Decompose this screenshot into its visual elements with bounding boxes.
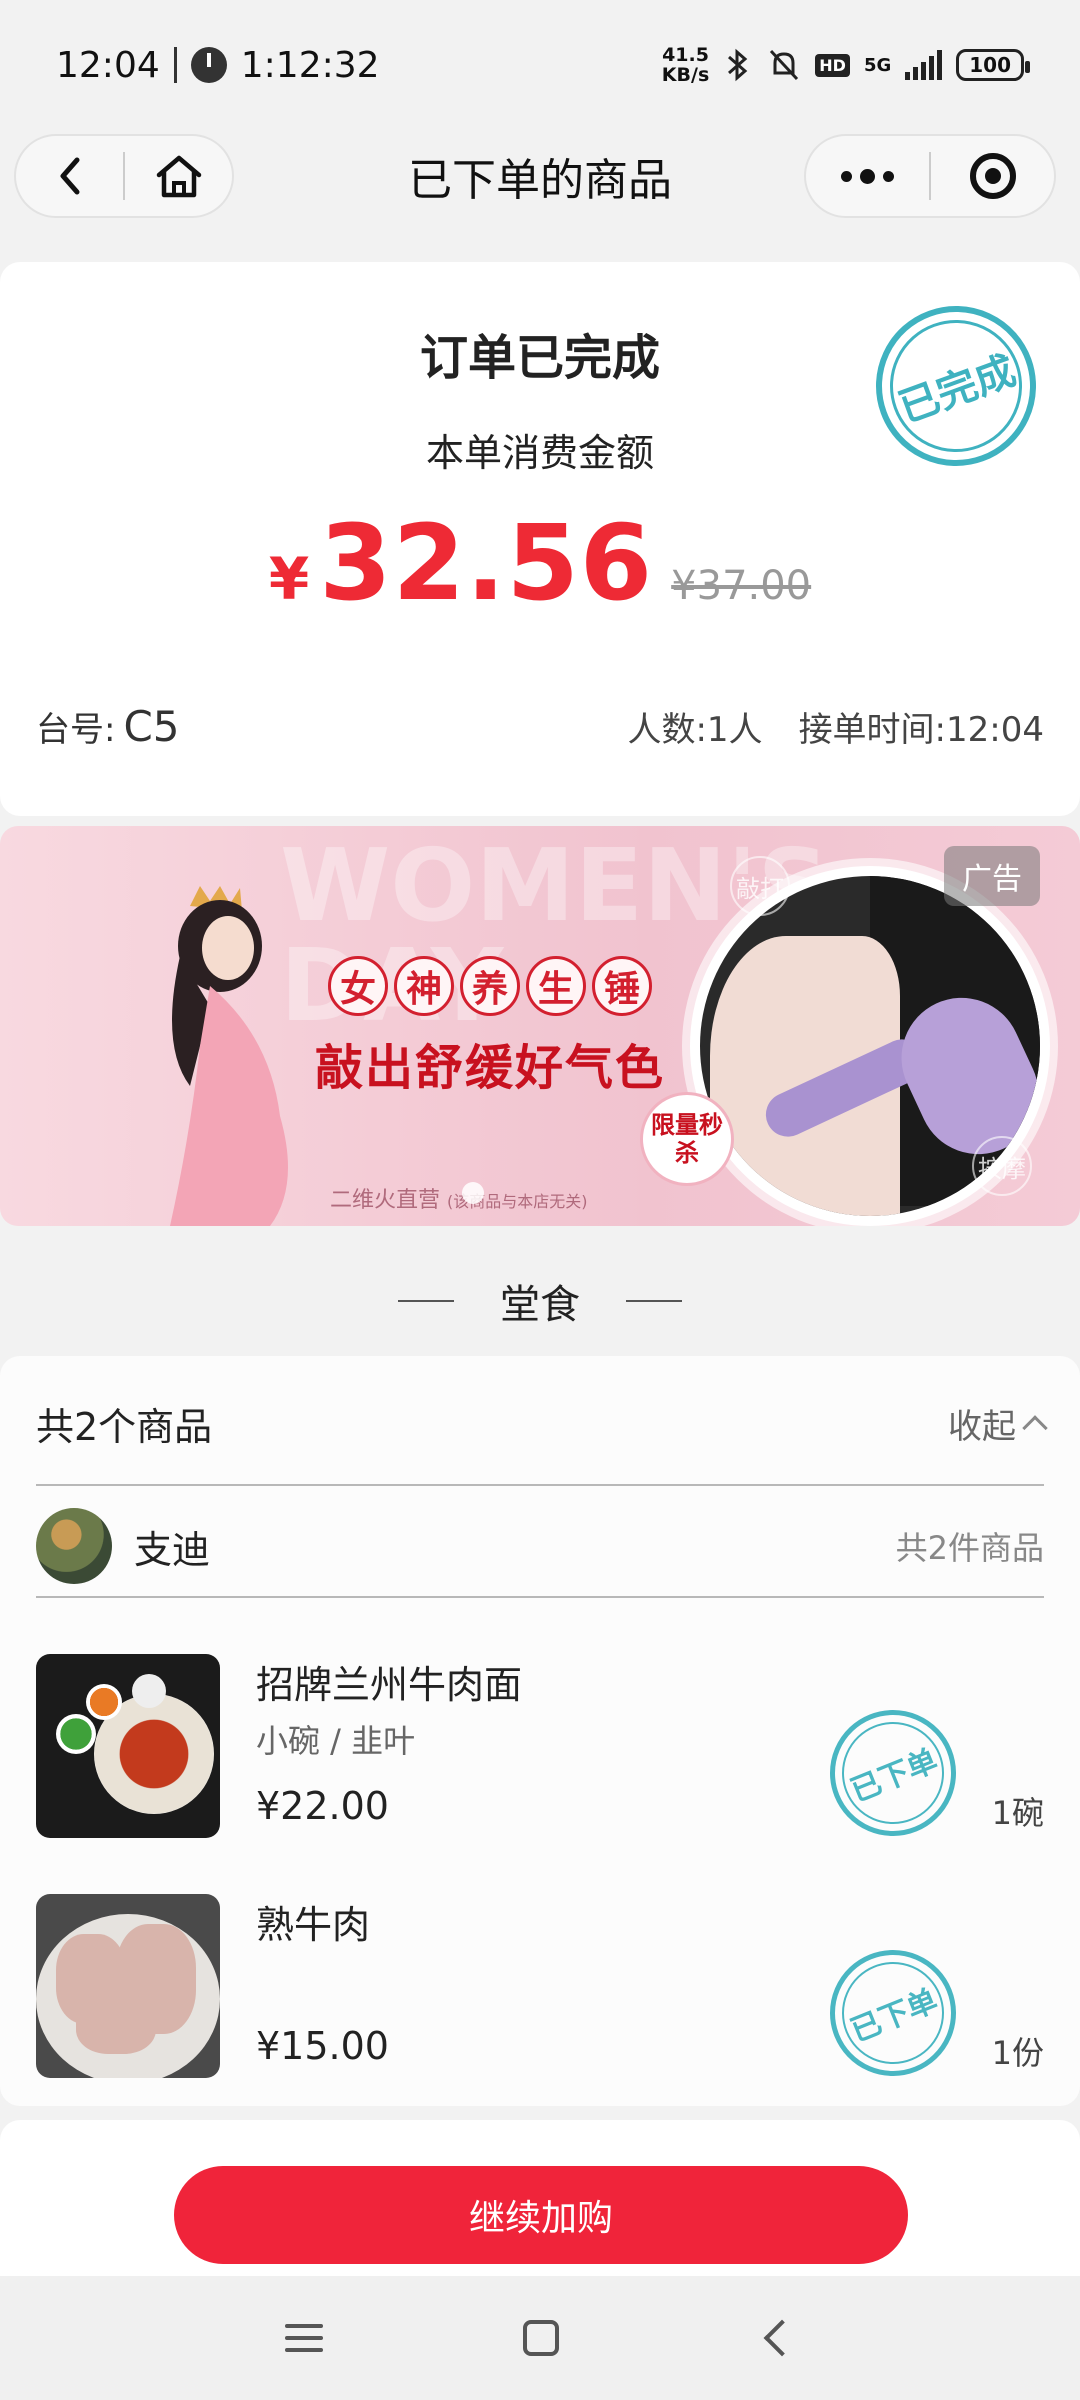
table-meta: 人数:1人 接单时间:12:04 <box>627 702 1044 751</box>
back-chevron-icon[interactable] <box>763 2319 801 2357</box>
ad-banner[interactable]: WOMEN'S DAY 女 神 养 生 锤 敲出舒缓好气色 敲打 按摩 限量秒杀… <box>0 826 1080 1226</box>
net-speed-unit: KB/s <box>661 64 710 86</box>
ad-title-char: 神 <box>394 956 454 1016</box>
ad-footer-text: 二维火直营 <box>330 1188 441 1213</box>
table-number: 台号: C5 <box>36 702 180 751</box>
order-summary-card: 订单已完成 本单消费金额 ¥ 32.56 ¥37.00 已完成 台号: C5 人… <box>0 262 1080 816</box>
status-time: 12:04 <box>56 44 160 86</box>
avatar <box>36 1508 112 1584</box>
chevron-up-icon <box>1022 1414 1048 1441</box>
carousel-dot <box>462 1182 484 1204</box>
section-title: 堂食 <box>500 1282 580 1328</box>
table-info-row: 台号: C5 人数:1人 接单时间:12:04 <box>36 702 1044 751</box>
collapse-button[interactable]: 收起 <box>948 1399 1048 1448</box>
signal-icon <box>905 50 943 80</box>
item-spec: 小碗 / 韭叶 <box>256 1722 416 1760</box>
status-left: 12:04 1:12:32 <box>56 45 380 86</box>
divider <box>36 1596 1044 1598</box>
hd-badge: HD <box>815 53 850 77</box>
close-miniapp-button[interactable] <box>931 136 1054 216</box>
item-price: ¥15.00 <box>256 2024 389 2068</box>
bluetooth-icon <box>728 48 748 82</box>
stopwatch-icon <box>190 47 227 83</box>
mute-bell-icon <box>770 49 799 81</box>
ordered-items-card: 共2个商品 收起 支迪 共2件商品 招牌兰州牛肉面 小碗 / 韭叶 ¥22.00… <box>0 1356 1080 2106</box>
ad-title-char: 锤 <box>592 956 652 1016</box>
ordered-stamp: 已下单 <box>810 1930 976 2096</box>
ad-footer: 二维火直营 (该商品与本店无关) <box>330 1182 588 1214</box>
bottom-action-bar: 继续加购 <box>0 2120 1080 2276</box>
ad-title-chars: 女 神 养 生 锤 <box>300 956 680 1016</box>
divider-line <box>398 1300 454 1302</box>
system-nav-bar <box>0 2276 1080 2400</box>
collapse-label: 收起 <box>948 1407 1016 1447</box>
ad-limited-badge: 限量秒杀 <box>640 1092 734 1186</box>
net-speed-value: 41.5 <box>662 44 709 66</box>
table-value: C5 <box>123 702 180 751</box>
noodle-image <box>36 1654 220 1838</box>
order-amount: 32.56 <box>319 502 654 624</box>
more-dots-icon <box>841 168 894 184</box>
beef-image <box>36 1894 220 2078</box>
original-price: ¥37.00 <box>671 563 812 609</box>
items-count: 共2个商品 <box>36 1405 213 1449</box>
people-count: 人数:1人 <box>627 710 763 750</box>
table-label: 台号: <box>36 710 116 750</box>
item-name: 招牌兰州牛肉面 <box>256 1663 523 1707</box>
battery-icon: 100 <box>956 49 1030 81</box>
network-type: 5G <box>863 54 892 76</box>
ordered-stamp-text: 已下单 <box>846 1743 943 1810</box>
ad-tag: 广告 <box>944 846 1040 906</box>
ad-headline: 女 神 养 生 锤 敲出舒缓好气色 <box>300 956 680 1098</box>
more-button[interactable] <box>806 136 929 216</box>
ad-bubble: 敲打 <box>730 856 790 916</box>
dine-in-section-header: 堂食 <box>0 1266 1080 1336</box>
continue-ordering-button[interactable]: 继续加购 <box>174 2166 908 2264</box>
status-right: 41.5 KB/s HD 5G 100 <box>662 45 1030 85</box>
menu-icon[interactable] <box>285 2324 323 2352</box>
completed-stamp-text: 已完成 <box>893 347 1022 432</box>
net-speed: 41.5 KB/s <box>662 45 709 85</box>
item-quantity: 1份 <box>991 2034 1044 2072</box>
user-name: 支迪 <box>134 1527 211 1572</box>
status-timer: 1:12:32 <box>240 44 380 86</box>
list-item[interactable]: 熟牛肉 ¥15.00 已下单 1份 <box>36 1894 1044 2096</box>
divider-line <box>626 1300 682 1302</box>
item-price: ¥22.00 <box>256 1784 389 1828</box>
user-info: 支迪 <box>36 1508 210 1584</box>
currency-symbol: ¥ <box>268 545 310 613</box>
ad-title-char: 女 <box>328 956 388 1016</box>
home-square-icon[interactable] <box>523 2320 559 2356</box>
ad-title-char: 生 <box>526 956 586 1016</box>
item-name: 熟牛肉 <box>256 1903 371 1947</box>
ad-subtitle: 敲出舒缓好气色 <box>314 1040 665 1096</box>
status-separator <box>173 47 177 83</box>
items-header: 共2个商品 收起 <box>36 1396 1048 1451</box>
list-item[interactable]: 招牌兰州牛肉面 小碗 / 韭叶 ¥22.00 已下单 1碗 <box>36 1654 1044 1856</box>
divider <box>36 1484 1044 1486</box>
item-quantity: 1碗 <box>991 1794 1044 1832</box>
nav-bar: 已下单的商品 <box>0 130 1080 250</box>
accept-time: 接单时间:12:04 <box>798 710 1044 750</box>
ordered-stamp: 已下单 <box>810 1690 976 1856</box>
status-bar: 12:04 1:12:32 41.5 KB/s HD 5G 100 <box>0 0 1080 130</box>
ad-title-char: 养 <box>460 956 520 1016</box>
nav-right-capsule <box>804 134 1056 218</box>
ad-bubble: 按摩 <box>972 1136 1032 1196</box>
user-item-total: 共2件商品 <box>895 1529 1044 1567</box>
price-row: ¥ 32.56 ¥37.00 <box>0 502 1080 624</box>
ordered-stamp-text: 已下单 <box>846 1983 943 2050</box>
user-row: 支迪 共2件商品 <box>36 1506 1044 1586</box>
target-icon <box>969 153 1016 199</box>
